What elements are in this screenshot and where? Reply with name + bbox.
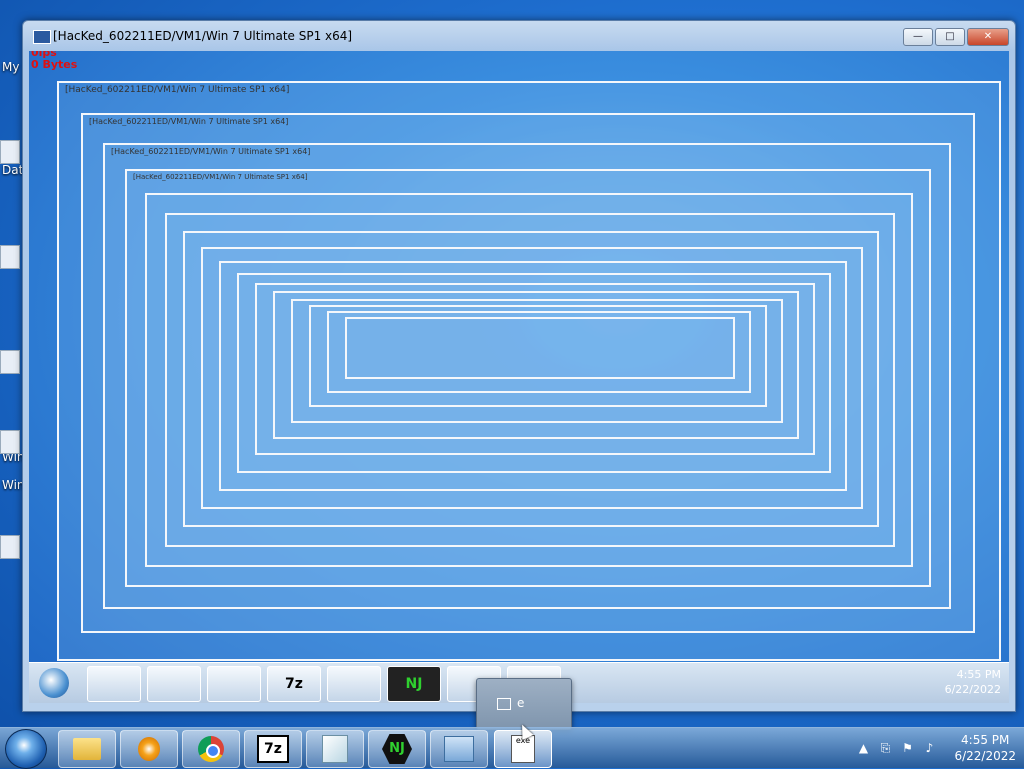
folder-icon <box>73 738 101 760</box>
clock-date: 6/22/2022 <box>954 749 1016 763</box>
popup-label: e <box>517 696 525 710</box>
close-button[interactable]: ✕ <box>967 28 1009 46</box>
taskbar-chrome-button[interactable] <box>182 730 240 768</box>
window-titlebar[interactable]: [HacKed_602211ED/VM1/Win 7 Ultimate SP1 … <box>23 21 1015 51</box>
desktop-icon[interactable] <box>0 245 24 271</box>
taskbar-njrat-button[interactable]: NJ <box>368 730 426 768</box>
chrome-icon <box>198 736 224 762</box>
clock[interactable]: 4:55 PM 6/22/2022 <box>954 732 1016 764</box>
minimize-button[interactable]: — <box>903 28 933 46</box>
window-title: [HacKed_602211ED/VM1/Win 7 Ultimate SP1 … <box>53 29 353 43</box>
taskbar-7zip-button[interactable]: 7z <box>244 730 302 768</box>
nested-window-title: [HacKed_602211ED/VM1/Win 7 Ultimate SP1 … <box>65 85 290 95</box>
remote-folder-icon <box>87 666 141 702</box>
desktop-icon[interactable] <box>0 535 24 561</box>
taskbar-media-button[interactable] <box>120 730 178 768</box>
nested-window-title: [HacKed_602211ED/VM1/Win 7 Ultimate SP1 … <box>111 147 311 156</box>
desktop-icon[interactable] <box>0 430 24 456</box>
taskbar-notepad-button[interactable] <box>306 730 364 768</box>
remote-notepad-icon <box>327 666 381 702</box>
remote-clock-date: 6/22/2022 <box>944 683 1001 696</box>
nested-window-title: [HacKed_602211ED/VM1/Win 7 Ultimate SP1 … <box>89 117 289 126</box>
clock-time: 4:55 PM <box>961 733 1010 747</box>
nested-window-title: [HacKed_602211ED/VM1/Win 7 Ultimate SP1 … <box>133 173 308 181</box>
desktop-icon[interactable] <box>0 350 24 376</box>
taskbar-network-button[interactable] <box>430 730 488 768</box>
taskbar-explorer-button[interactable] <box>58 730 116 768</box>
network-tray-icon[interactable]: ⎘ <box>878 741 892 755</box>
connection-stats: 0ips 0 Bytes <box>31 51 77 71</box>
remote-start-icon <box>39 668 69 698</box>
remote-njrat-icon: NJ <box>387 666 441 702</box>
notepad-icon <box>322 735 348 763</box>
volume-icon[interactable]: ♪ <box>922 741 936 755</box>
remote-clock-time: 4:55 PM <box>956 668 1001 681</box>
remote-chrome-icon <box>207 666 261 702</box>
bytes-readout: 0 Bytes <box>31 58 78 71</box>
show-hidden-icons-icon[interactable]: ▲ <box>856 741 870 755</box>
window-icon <box>497 698 511 710</box>
media-player-icon <box>138 737 160 761</box>
remote-7zip-icon: 7z <box>267 666 321 702</box>
njrat-icon: NJ <box>382 734 412 764</box>
remote-desktop-view[interactable]: [HacKed_602211ED/VM1/Win 7 Ultimate SP1 … <box>29 51 1009 703</box>
remote-clock: 4:55 PM 6/22/2022 <box>945 667 1001 697</box>
nested-window-frame <box>345 317 735 379</box>
taskbar: 7z NJ exe ▲ ⎘ ⚑ ♪ 4:55 PM 6/22/2022 <box>0 727 1024 769</box>
maximize-button[interactable]: □ <box>935 28 965 46</box>
system-tray: ▲ ⎘ ⚑ ♪ 4:55 PM 6/22/2022 <box>856 728 1016 768</box>
start-button[interactable] <box>5 729 47 769</box>
remote-media-icon <box>147 666 201 702</box>
vm-window[interactable]: [HacKed_602211ED/VM1/Win 7 Ultimate SP1 … <box>22 20 1016 712</box>
action-center-icon[interactable]: ⚑ <box>900 741 914 755</box>
desktop-label-my: My <box>2 60 20 74</box>
taskbar-thumbnail-popup[interactable]: e <box>476 678 572 730</box>
vm-monitor-icon <box>33 30 51 44</box>
7zip-icon: 7z <box>257 735 289 763</box>
desktop-icon[interactable] <box>0 140 24 166</box>
network-icon <box>444 736 474 762</box>
